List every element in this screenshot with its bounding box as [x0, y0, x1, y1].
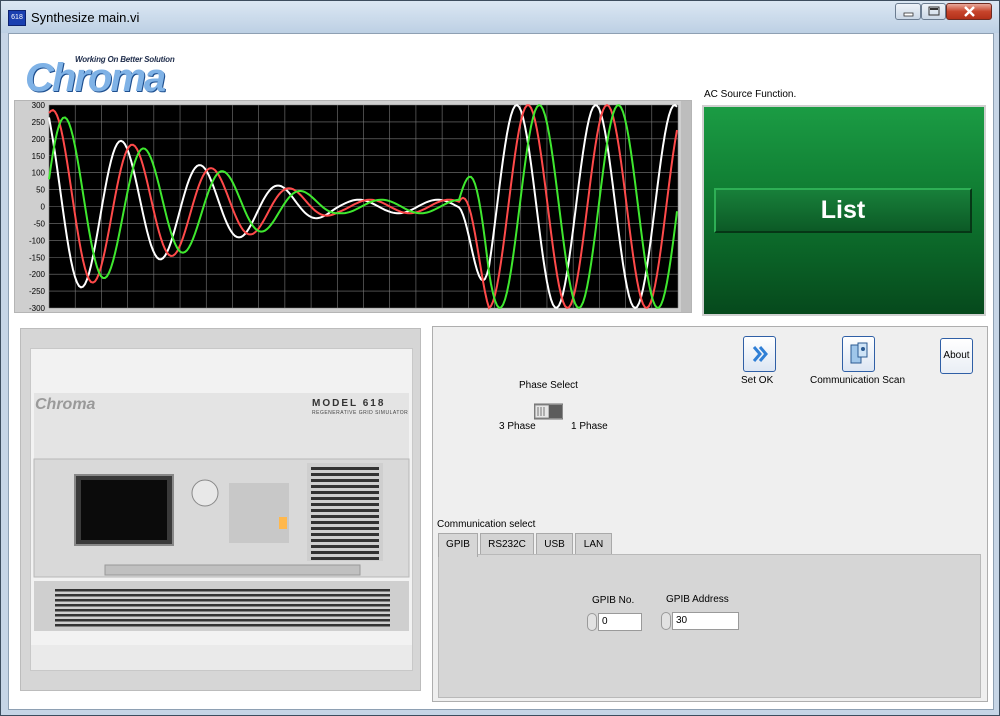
vent-slot	[311, 539, 379, 542]
maximize-button[interactable]	[921, 3, 946, 20]
y-tick-label: -300	[29, 304, 46, 312]
vent-slot	[311, 479, 379, 482]
scan-device-icon	[850, 342, 868, 364]
y-tick-label: 100	[32, 169, 46, 178]
ac-source-panel: List	[702, 105, 986, 316]
device-image-frame: Chroma MODEL 618 REGENERATIVE GRID SIMUL…	[20, 328, 421, 691]
vent-slot	[311, 509, 379, 512]
tab-usb[interactable]: USB	[536, 533, 573, 556]
communication-scan-label: Communication Scan	[810, 375, 906, 386]
maximize-icon	[928, 6, 940, 16]
y-tick-label: -100	[29, 236, 46, 245]
vent-slot	[311, 491, 379, 494]
vent-slot	[55, 599, 390, 602]
y-tick-label: 150	[32, 152, 46, 161]
gpib-address-label: GPIB Address	[666, 594, 729, 605]
vent-slot	[311, 545, 379, 548]
three-phase-label: 3 Phase	[499, 421, 536, 432]
set-ok-button[interactable]	[743, 336, 776, 372]
waveform-graph[interactable]: 300 250 200 150 100 50 0 -50 -100 -150 -200 -250 -30…	[14, 100, 692, 313]
graph-scrollbar[interactable]	[681, 101, 691, 312]
vent-slot	[55, 624, 390, 627]
vent-slot	[55, 604, 390, 607]
vent-slot	[311, 527, 379, 530]
vent-slot	[55, 619, 390, 622]
device-image: Chroma MODEL 618 REGENERATIVE GRID SIMUL…	[30, 348, 413, 671]
vent-slot	[55, 614, 390, 617]
vent-slot	[311, 503, 379, 506]
tab-lan[interactable]: LAN	[575, 533, 612, 556]
logo-wordmark: Chroma	[25, 56, 166, 100]
y-tick-label: -200	[29, 270, 46, 279]
tab-gpib[interactable]: GPIB	[438, 533, 478, 557]
set-ok-label: Set OK	[741, 375, 774, 386]
vent-slot	[55, 609, 390, 612]
gpib-address-spinner[interactable]	[661, 612, 671, 630]
phase-select-switch[interactable]	[533, 402, 564, 421]
close-icon	[964, 6, 975, 17]
phase-select-label: Phase Select	[519, 380, 578, 391]
control-panel: Set OK Communication Scan About Phase Se…	[432, 326, 988, 702]
vent-slot	[55, 594, 390, 597]
vent-slot	[311, 533, 379, 536]
vent-slot	[311, 551, 379, 554]
gpib-no-label: GPIB No.	[592, 595, 635, 606]
y-tick-label: 250	[32, 118, 46, 127]
vent-slot	[311, 485, 379, 488]
gpib-address-control[interactable]: 30	[661, 612, 739, 630]
vent-slot	[311, 557, 379, 560]
communication-select-label: Communication select	[437, 519, 536, 530]
y-tick-label: -150	[29, 253, 46, 262]
device-brand: Chroma	[35, 396, 96, 413]
gpib-no-field[interactable]: 0	[598, 613, 642, 631]
close-button[interactable]	[946, 3, 992, 20]
y-axis-ticks: 300 250 200 150 100 50 0 -50 -100 -150 -200 -250 -30…	[29, 101, 46, 312]
gpib-address-field[interactable]: 30	[672, 612, 739, 630]
gpib-no-spinner[interactable]	[587, 613, 597, 631]
double-chevron-icon	[752, 346, 768, 362]
y-tick-label: 300	[32, 101, 46, 110]
slide-switch-icon	[533, 403, 564, 420]
app-window: 618 Synthesize main.vi Working On Better…	[0, 0, 1000, 716]
tab-rs232c[interactable]: RS232C	[480, 533, 534, 556]
gpib-no-control[interactable]: 0	[587, 613, 643, 631]
minimize-icon	[903, 12, 914, 17]
device-subtitle: REGENERATIVE GRID SIMULATOR	[312, 410, 409, 416]
vent-slot	[311, 473, 379, 476]
vent-slot	[311, 497, 379, 500]
window-title: Synthesize main.vi	[31, 10, 140, 25]
vent-slot	[311, 467, 379, 470]
vent-slot	[311, 515, 379, 518]
list-button[interactable]: List	[714, 188, 972, 233]
one-phase-label: 1 Phase	[571, 421, 608, 432]
y-tick-label: 0	[41, 203, 46, 212]
y-tick-label: -250	[29, 287, 46, 296]
vent-slot	[311, 521, 379, 524]
client-area: Working On Better Solution Chroma 300 250…	[8, 33, 994, 710]
tab-content-gpib: GPIB No. 0 GPIB Address 30	[438, 554, 981, 698]
y-tick-label: 50	[36, 186, 45, 195]
y-tick-label: 200	[32, 135, 46, 144]
app-icon: 618	[8, 10, 26, 26]
minimize-button[interactable]	[895, 3, 921, 20]
y-tick-label: -50	[33, 219, 45, 228]
communication-scan-button[interactable]	[842, 336, 875, 372]
vent-slot	[55, 589, 390, 592]
waveform-plot: 300 250 200 150 100 50 0 -50 -100 -150 -200 -250 -30…	[29, 101, 679, 312]
title-bar[interactable]: 618 Synthesize main.vi	[1, 1, 999, 33]
about-button[interactable]: About	[940, 338, 973, 374]
ac-source-label: AC Source Function.	[704, 89, 797, 100]
device-model: MODEL 618	[312, 398, 386, 409]
